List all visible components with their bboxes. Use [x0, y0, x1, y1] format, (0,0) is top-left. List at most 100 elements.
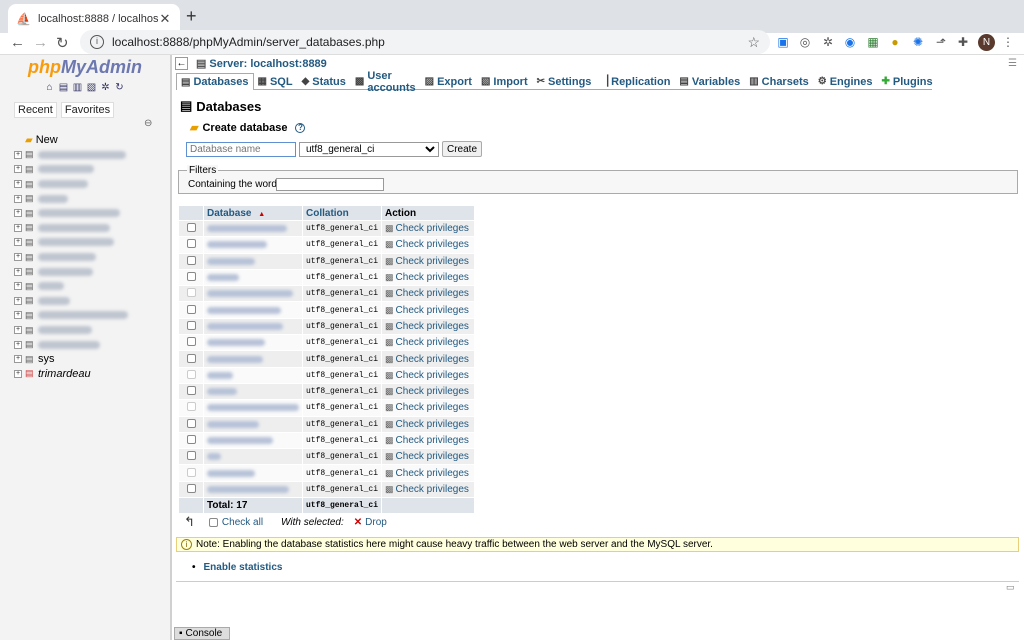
- expand-icon[interactable]: +: [14, 238, 22, 247]
- table-row[interactable]: utf8_general_ci ▩ Check privileges: [179, 449, 475, 465]
- table-row[interactable]: utf8_general_ci ▩ Check privileges: [179, 335, 475, 351]
- database-column-header[interactable]: Database ▲: [204, 206, 302, 220]
- database-name[interactable]: [207, 485, 289, 493]
- row-checkbox[interactable]: [186, 451, 196, 461]
- tree-item[interactable]: + ▤: [14, 191, 170, 206]
- expand-icon[interactable]: +: [14, 311, 22, 320]
- check-privileges-link[interactable]: ▩ Check privileges: [382, 253, 475, 269]
- row-checkbox[interactable]: [186, 320, 196, 330]
- database-name[interactable]: [207, 306, 281, 314]
- database-name[interactable]: [207, 371, 233, 379]
- expand-icon[interactable]: +: [14, 340, 22, 349]
- collapse-nav-icon[interactable]: ←: [175, 57, 188, 70]
- tab-variables[interactable]: ▤ Variables: [675, 73, 745, 90]
- gear-extension-icon[interactable]: ✲: [821, 35, 835, 49]
- tree-item[interactable]: + ▤: [14, 206, 170, 221]
- expand-icon[interactable]: +: [14, 369, 22, 378]
- database-name[interactable]: [207, 388, 237, 396]
- table-row[interactable]: utf8_general_ci ▩ Check privileges: [179, 286, 475, 302]
- check-privileges-link[interactable]: ▩ Check privileges: [382, 318, 475, 335]
- new-tab-icon[interactable]: +: [186, 6, 197, 27]
- tab-status[interactable]: ◆ Status: [298, 73, 351, 90]
- table-row[interactable]: utf8_general_ci ▩ Check privileges: [179, 481, 475, 498]
- tree-item[interactable]: + ▤: [14, 294, 170, 309]
- check-all-checkbox[interactable]: [208, 517, 218, 527]
- row-checkbox[interactable]: [186, 386, 196, 396]
- tab-export[interactable]: ▨ Export: [421, 73, 477, 90]
- tree-item[interactable]: + ▤: [14, 162, 170, 177]
- expand-icon[interactable]: +: [14, 355, 22, 364]
- tree-item[interactable]: + ▤: [14, 337, 170, 352]
- tab-engines[interactable]: ⚙ Engines: [814, 73, 878, 90]
- database-name[interactable]: [207, 225, 287, 233]
- database-name[interactable]: [207, 453, 221, 461]
- tree-item[interactable]: + ▤: [14, 308, 170, 323]
- database-name[interactable]: [207, 437, 273, 444]
- check-privileges-link[interactable]: ▩ Check privileges: [382, 449, 475, 465]
- database-name-cell[interactable]: [204, 253, 302, 269]
- tab-charsets[interactable]: ▥ Charsets: [745, 73, 814, 90]
- table-row[interactable]: utf8_general_ci ▩ Check privileges: [179, 302, 475, 318]
- puzzle-extensions-icon[interactable]: ✚: [956, 35, 970, 49]
- check-privileges-link[interactable]: ▩ Check privileges: [382, 416, 475, 432]
- expand-icon[interactable]: +: [14, 209, 22, 218]
- table-row[interactable]: utf8_general_ci ▩ Check privileges: [179, 400, 475, 416]
- tree-item[interactable]: + ▤: [14, 221, 170, 236]
- database-name-cell[interactable]: [204, 416, 302, 432]
- extension-icon[interactable]: ▣: [776, 35, 790, 49]
- forward-icon[interactable]: →: [33, 34, 48, 51]
- database-name-cell[interactable]: [204, 449, 302, 465]
- settings-icon[interactable]: ✲: [100, 82, 111, 93]
- menu-icon[interactable]: ☰: [1008, 58, 1017, 69]
- query-window-icon[interactable]: ▥: [72, 82, 83, 93]
- row-checkbox[interactable]: [186, 369, 196, 379]
- tree-item[interactable]: + ▤: [14, 148, 170, 163]
- row-checkbox[interactable]: [186, 402, 196, 412]
- link-with-main-icon[interactable]: ⊖: [144, 118, 152, 129]
- recent-tab[interactable]: Recent: [14, 102, 57, 118]
- camera-extension-icon[interactable]: ◎: [798, 35, 812, 49]
- check-all-label[interactable]: Check all: [222, 517, 263, 528]
- database-name[interactable]: [207, 420, 259, 428]
- table-row[interactable]: utf8_general_ci ▩ Check privileges: [179, 318, 475, 335]
- tree-item[interactable]: + ▤: [14, 250, 170, 265]
- database-name[interactable]: [207, 257, 255, 265]
- home-icon[interactable]: ⌂: [44, 82, 55, 93]
- expand-icon[interactable]: +: [14, 253, 22, 262]
- check-privileges-link[interactable]: ▩ Check privileges: [382, 465, 475, 481]
- row-checkbox[interactable]: [186, 467, 196, 477]
- translate-extension-icon[interactable]: ◉: [843, 35, 857, 49]
- row-checkbox[interactable]: [186, 255, 196, 265]
- check-privileges-link[interactable]: ▩ Check privileges: [382, 400, 475, 416]
- database-name-cell[interactable]: [204, 432, 302, 449]
- tab-replication[interactable]: ▕ Replication: [596, 73, 675, 90]
- tab-import[interactable]: ▧ Import: [477, 73, 533, 90]
- database-name-cell[interactable]: [204, 318, 302, 335]
- table-row[interactable]: utf8_general_ci ▩ Check privileges: [179, 351, 475, 367]
- browser-menu-icon[interactable]: ⋮: [1001, 35, 1015, 49]
- expand-icon[interactable]: +: [14, 282, 22, 291]
- site-info-icon[interactable]: i: [90, 35, 104, 49]
- help-icon[interactable]: ?: [295, 122, 306, 133]
- tree-item[interactable]: + ▤: [14, 177, 170, 192]
- tab-sql[interactable]: ▦ SQL: [254, 73, 298, 90]
- tree-item-trimardeau[interactable]: + ▤ trimardeau: [14, 367, 170, 382]
- expand-icon[interactable]: +: [14, 180, 22, 189]
- row-checkbox[interactable]: [186, 223, 196, 233]
- drop-button[interactable]: ✕ Drop: [354, 517, 387, 528]
- bee-extension-icon[interactable]: ●: [888, 35, 902, 49]
- database-name-cell[interactable]: [204, 481, 302, 498]
- page-settings-icon[interactable]: ▭: [1006, 582, 1015, 593]
- row-checkbox[interactable]: [186, 337, 196, 347]
- tree-item[interactable]: + ▤: [14, 323, 170, 338]
- bookmark-star-icon[interactable]: ☆: [747, 34, 760, 51]
- check-privileges-link[interactable]: ▩ Check privileges: [382, 302, 475, 318]
- table-row[interactable]: utf8_general_ci ▩ Check privileges: [179, 416, 475, 432]
- database-name-cell[interactable]: [204, 286, 302, 302]
- check-privileges-link[interactable]: ▩ Check privileges: [382, 335, 475, 351]
- database-name[interactable]: [207, 469, 255, 477]
- row-checkbox[interactable]: [186, 418, 196, 428]
- table-row[interactable]: utf8_general_ci ▩ Check privileges: [179, 383, 475, 400]
- collation-column-header[interactable]: Collation: [303, 206, 382, 220]
- row-checkbox[interactable]: [186, 435, 196, 444]
